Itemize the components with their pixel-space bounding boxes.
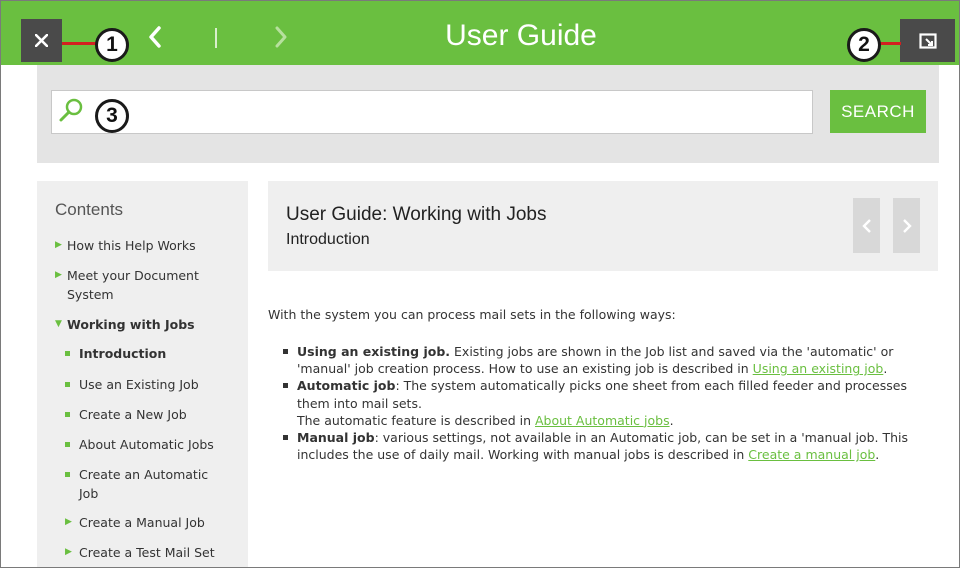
sidebar-item-about-automatic-jobs[interactable]: About Automatic Jobs	[55, 435, 235, 454]
job-types-list: Using an existing job. Existing jobs are…	[281, 343, 921, 463]
list-item-text-line2: The automatic feature is described in	[297, 412, 535, 428]
chevron-right-icon	[902, 218, 912, 233]
help-window: User Guide 1 2 3 SEARCH Contents ▶ How t…	[0, 0, 960, 568]
sidebar-item-create-a-new-job[interactable]: Create a New Job	[55, 405, 235, 424]
list-item-term: Manual job	[297, 430, 375, 446]
intro-text: With the system you can process mail set…	[268, 307, 676, 322]
list-item-tail: .	[883, 361, 888, 377]
sidebar-item-create-a-test-mail-set[interactable]: ▶ Create a Test Mail Set	[55, 543, 235, 562]
callout-1: 1	[95, 28, 129, 62]
contents-heading: Contents	[55, 200, 124, 219]
list-item: Using an existing job. Existing jobs are…	[281, 343, 921, 377]
sidebar-item-meet-your-document-system[interactable]: ▶ Meet your Document System	[55, 266, 215, 304]
list-item: Manual job: various settings, not availa…	[281, 429, 921, 463]
arrow-right-icon: ▶	[55, 240, 62, 250]
search-input[interactable]	[133, 99, 793, 125]
list-item-term: Using an existing job.	[297, 344, 451, 359]
bullet-icon	[65, 472, 70, 477]
list-item: Automatic job: The system automatically …	[281, 377, 921, 429]
content-title: User Guide: Working with Jobs	[286, 204, 547, 225]
content-subtitle: Introduction	[286, 231, 370, 248]
bullet-icon	[65, 412, 70, 417]
callout-2: 2	[847, 28, 881, 62]
chevron-left-icon	[861, 218, 871, 233]
sidebar-item-create-an-automatic-job[interactable]: Create an Automatic Job	[55, 465, 225, 503]
next-page-button[interactable]	[893, 198, 920, 253]
search-button[interactable]: SEARCH	[830, 90, 926, 133]
arrow-right-icon: ▶	[65, 517, 72, 527]
callout-3: 3	[95, 99, 129, 133]
arrow-right-icon: ▶	[55, 270, 62, 280]
link-using-an-existing-job[interactable]: Using an existing job	[753, 361, 884, 376]
callout-2-line	[879, 42, 901, 45]
list-item-tail: .	[875, 447, 880, 463]
link-create-a-manual-job[interactable]: Create a manual job	[748, 447, 875, 462]
bullet-icon	[65, 382, 70, 387]
popout-button[interactable]	[900, 19, 955, 62]
list-item-tail: .	[669, 412, 674, 428]
list-item-term: Automatic job	[297, 378, 396, 394]
sidebar-item-create-a-manual-job[interactable]: ▶ Create a Manual Job	[55, 513, 235, 532]
arrow-right-icon: ▶	[65, 547, 72, 557]
sidebar-item-introduction[interactable]: Introduction	[55, 344, 235, 363]
bullet-icon	[65, 442, 70, 447]
content-header	[268, 181, 938, 271]
page-title: User Guide	[445, 19, 597, 52]
bullet-icon	[65, 351, 70, 356]
sidebar-item-working-with-jobs[interactable]: ▼ Working with Jobs	[55, 315, 235, 334]
bullet-icon	[283, 383, 288, 389]
link-about-automatic-jobs[interactable]: About Automatic jobs	[535, 413, 670, 428]
arrow-down-icon: ▼	[55, 319, 62, 329]
bullet-icon	[283, 435, 288, 441]
sidebar-item-use-an-existing-job[interactable]: Use an Existing Job	[55, 375, 235, 394]
search-icon	[59, 98, 83, 122]
previous-page-button[interactable]	[853, 198, 880, 253]
callout-1-line	[62, 42, 98, 45]
sidebar-item-how-this-help-works[interactable]: ▶ How this Help Works	[55, 236, 235, 255]
popout-icon	[918, 32, 937, 49]
bullet-icon	[283, 349, 288, 354]
